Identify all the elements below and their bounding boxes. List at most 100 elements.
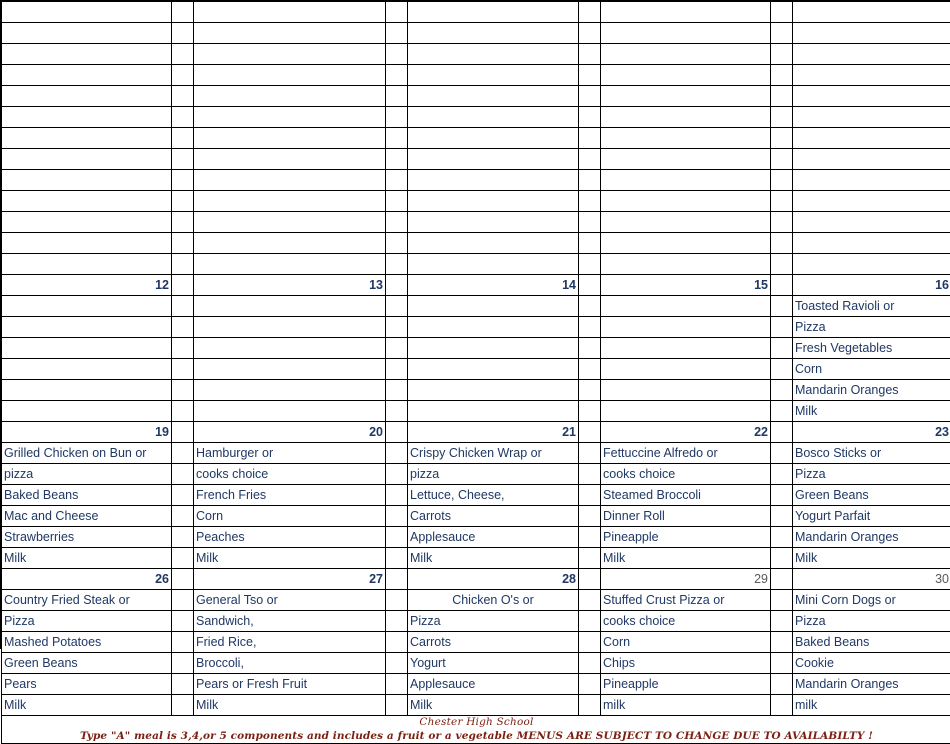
menu-item-cell[interactable] [601,65,771,86]
menu-item-cell[interactable] [793,107,950,128]
menu-item-cell[interactable]: Applesauce [408,674,579,695]
menu-item-cell[interactable] [793,212,950,233]
menu-item-cell[interactable] [601,380,771,401]
menu-item-cell[interactable]: Cookie [793,653,950,674]
menu-item-cell[interactable] [2,380,172,401]
menu-item-cell[interactable] [194,107,386,128]
day-number-cell[interactable] [601,2,771,23]
menu-item-cell[interactable] [2,107,172,128]
menu-item-cell[interactable]: Bosco Sticks or [793,443,950,464]
menu-item-cell[interactable] [408,233,579,254]
menu-item-cell[interactable] [408,212,579,233]
menu-item-cell[interactable] [2,317,172,338]
menu-item-cell[interactable] [2,44,172,65]
day-number-cell[interactable] [194,128,386,149]
menu-item-cell[interactable] [793,86,950,107]
menu-item-cell[interactable]: Pineapple [601,674,771,695]
day-number-cell[interactable]: 16 [793,275,950,296]
menu-item-cell[interactable] [2,212,172,233]
menu-item-cell[interactable] [408,296,579,317]
menu-item-cell[interactable]: Pineapple [601,527,771,548]
menu-item-cell[interactable]: Strawberries [2,527,172,548]
menu-item-cell[interactable]: Pizza [793,317,950,338]
menu-item-cell[interactable]: Fettuccine Alfredo or [601,443,771,464]
menu-item-cell[interactable] [194,191,386,212]
menu-item-cell[interactable]: Mandarin Oranges [793,380,950,401]
menu-item-cell[interactable] [194,296,386,317]
menu-item-cell[interactable]: milk [601,695,771,716]
day-number-cell[interactable]: 28 [408,569,579,590]
menu-item-cell[interactable] [408,317,579,338]
menu-item-cell[interactable] [408,401,579,422]
menu-item-cell[interactable] [408,65,579,86]
menu-item-cell[interactable]: Yogurt Parfait [793,506,950,527]
menu-item-cell[interactable]: Yogurt [408,653,579,674]
day-number-cell[interactable] [194,2,386,23]
menu-item-cell[interactable] [2,359,172,380]
menu-item-cell[interactable]: Corn [793,359,950,380]
day-number-cell[interactable]: 20 [194,422,386,443]
day-number-cell[interactable]: 27 [194,569,386,590]
menu-item-cell[interactable] [793,65,950,86]
menu-item-cell[interactable]: Sandwich, [194,611,386,632]
menu-item-cell[interactable]: Grilled Chicken on Bun or [2,443,172,464]
menu-item-cell[interactable]: Milk [793,401,950,422]
menu-item-cell[interactable] [601,317,771,338]
menu-item-cell[interactable]: Crispy Chicken Wrap or [408,443,579,464]
menu-item-cell[interactable]: Corn [194,506,386,527]
menu-item-cell[interactable] [194,86,386,107]
menu-item-cell[interactable] [601,212,771,233]
day-number-cell[interactable] [2,128,172,149]
menu-item-cell[interactable] [793,149,950,170]
menu-item-cell[interactable] [601,401,771,422]
menu-item-cell[interactable]: Pizza [793,611,950,632]
menu-item-cell[interactable] [793,170,950,191]
menu-item-cell[interactable]: Milk [601,548,771,569]
menu-item-cell[interactable]: Mandarin Oranges [793,527,950,548]
day-number-cell[interactable]: 15 [601,275,771,296]
menu-item-cell[interactable] [601,191,771,212]
menu-item-cell[interactable]: Broccoli, [194,653,386,674]
menu-item-cell[interactable]: Green Beans [793,485,950,506]
menu-item-cell[interactable]: cooks choice [601,611,771,632]
day-number-cell[interactable] [793,128,950,149]
day-number-cell[interactable]: 30 [793,569,950,590]
menu-item-cell[interactable] [2,86,172,107]
day-number-cell[interactable]: 21 [408,422,579,443]
menu-item-cell[interactable] [793,23,950,44]
menu-item-cell[interactable] [2,191,172,212]
menu-item-cell[interactable]: Milk [408,548,579,569]
menu-item-cell[interactable] [793,233,950,254]
day-number-cell[interactable] [2,2,172,23]
menu-item-cell[interactable] [408,380,579,401]
menu-item-cell[interactable]: Steamed Broccoli [601,485,771,506]
menu-item-cell[interactable] [601,254,771,275]
menu-item-cell[interactable]: Corn [601,632,771,653]
menu-item-cell[interactable]: Peaches [194,527,386,548]
menu-item-cell[interactable] [2,65,172,86]
day-number-cell[interactable]: 29 [601,569,771,590]
menu-item-cell[interactable]: Pizza [793,464,950,485]
menu-item-cell[interactable]: Dinner Roll [601,506,771,527]
menu-item-cell[interactable] [601,233,771,254]
menu-item-cell[interactable]: French Fries [194,485,386,506]
menu-item-cell[interactable] [194,380,386,401]
menu-item-cell[interactable]: Country Fried Steak or [2,590,172,611]
menu-item-cell[interactable] [601,149,771,170]
menu-item-cell[interactable] [194,65,386,86]
menu-item-cell[interactable] [408,170,579,191]
menu-item-cell[interactable]: Toasted Ravioli or [793,296,950,317]
menu-item-cell[interactable] [2,296,172,317]
menu-item-cell[interactable]: Lettuce, Cheese, [408,485,579,506]
menu-item-cell[interactable]: Pizza [408,611,579,632]
menu-item-cell[interactable] [408,254,579,275]
menu-item-cell[interactable] [408,107,579,128]
day-number-cell[interactable] [408,128,579,149]
day-number-cell[interactable]: 22 [601,422,771,443]
menu-item-cell[interactable] [194,317,386,338]
menu-item-cell[interactable]: Milk [408,695,579,716]
menu-item-cell[interactable]: Pears or Fresh Fruit [194,674,386,695]
menu-item-cell[interactable] [2,233,172,254]
day-number-cell[interactable] [408,2,579,23]
menu-item-cell[interactable] [194,44,386,65]
